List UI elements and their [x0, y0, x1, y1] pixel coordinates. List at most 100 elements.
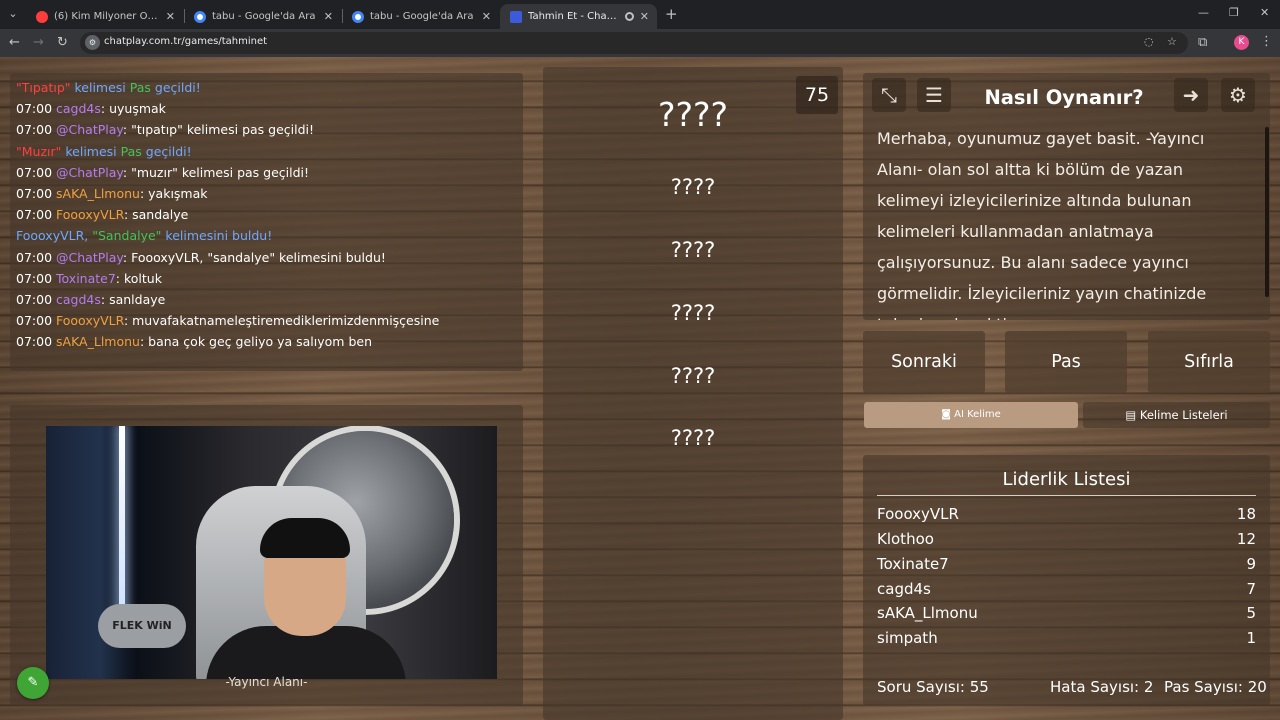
pillow: FLEK WiN: [98, 604, 186, 648]
close-window-icon[interactable]: ✕: [1260, 6, 1269, 19]
exit-icon[interactable]: ➜: [1174, 78, 1208, 112]
hidden-taboo-word: ????: [670, 426, 716, 450]
message-text: : sandalye: [123, 207, 189, 223]
message-time: 07:00: [16, 122, 53, 138]
message-text: : "tıpatıp" kelimesi pas geçildi!: [122, 122, 315, 138]
message-text: : sanldaye: [100, 292, 166, 307]
reset-button[interactable]: Sıfırla: [1148, 331, 1270, 393]
message-username: cagd4s: [56, 292, 101, 307]
system-message-part: geçildi!: [150, 80, 201, 95]
player-score: 1: [1246, 629, 1256, 647]
chat-message: 07:00 sAKA_Llmonu: bana çok geç geliyo y…: [16, 334, 372, 349]
new-tab-button[interactable]: +: [665, 5, 678, 23]
message-text: : muvafakatnameleştiremediklerimizdenmiş…: [123, 313, 440, 329]
message-text: : bana çok geç geliyo ya salıyom ben: [139, 334, 372, 350]
tab-ai-word[interactable]: ◙ AI Kelime: [864, 402, 1078, 428]
address-bar[interactable]: ⚙ chatplay.com.tr/games/tahminet ◌ ☆: [80, 32, 1188, 54]
close-tab-icon[interactable]: ✕: [166, 10, 175, 23]
message-username: Toxinate7: [56, 270, 116, 286]
browser-tab-1[interactable]: (6) Kim Milyoner Olmak İster? | Y ✕: [26, 4, 183, 29]
message-time: 07:00: [16, 164, 53, 180]
tab-title: tabu - Google'da Ara: [212, 11, 316, 22]
tab-ai-word-label: AI Kelime: [954, 409, 1001, 420]
gear-icon[interactable]: ⚙: [1221, 78, 1255, 112]
chat-message: 07:00 FoooxyVLR: muvafakatnameleştiremed…: [16, 313, 439, 328]
message-username: FoooxyVLR: [56, 313, 124, 329]
system-message-part: kelimesi: [70, 80, 130, 95]
scrollbar[interactable]: [1265, 127, 1269, 297]
player-name: cagd4s: [877, 580, 931, 598]
message-time: 07:00: [16, 334, 53, 350]
light-strip: [119, 426, 125, 616]
recording-icon: [624, 12, 634, 21]
tab-search-icon[interactable]: ⌄: [4, 5, 22, 23]
restore-icon[interactable]: ❐: [1229, 6, 1239, 19]
chat-message: FoooxyVLR, "Sandalye" kelimesini buldu!: [16, 228, 272, 243]
tab-word-lists-label: Kelime Listeleri: [1139, 408, 1228, 422]
message-text: : yakışmak: [139, 186, 208, 201]
youtube-icon: [36, 10, 48, 23]
leaderboard-row: cagd4s 7: [877, 580, 1256, 598]
notes-icon[interactable]: ☰: [917, 78, 951, 112]
extensions-icon[interactable]: ⧉: [1198, 35, 1207, 50]
tab-title: tabu - Google'da Ara: [370, 11, 474, 22]
system-message-part: "Muzır": [16, 143, 62, 159]
error-count: Hata Sayısı: 2: [1050, 678, 1154, 696]
chat-message: 07:00 @ChatPlay: "tıpatıp" kelimesi pas …: [16, 122, 314, 137]
close-tab-icon[interactable]: ✕: [482, 10, 491, 23]
player-name: Toxinate7: [877, 555, 949, 573]
url-text[interactable]: chatplay.com.tr/games/tahminet: [104, 36, 267, 47]
message-time: 07:00: [16, 186, 53, 201]
player-score: 18: [1236, 505, 1256, 523]
leaderboard-row: Toxinate7 9: [877, 555, 1256, 573]
message-text: : "muzır" kelimesi pas geçildi!: [122, 164, 310, 180]
browser-menu-icon[interactable]: ⋮: [1260, 34, 1273, 49]
hidden-taboo-word: ????: [670, 175, 716, 199]
message-time: 07:00: [16, 313, 53, 329]
hidden-main-word: ????: [657, 95, 729, 134]
chat-message: "Tıpatıp" kelimesi Pas geçildi!: [16, 80, 201, 95]
minimize-icon[interactable]: —: [1198, 6, 1209, 19]
google-icon: [352, 10, 364, 23]
leaderboard-row: Klothoo 12: [877, 530, 1256, 548]
close-tab-icon[interactable]: ✕: [324, 10, 333, 23]
back-icon[interactable]: ←: [9, 35, 20, 50]
system-message-part: FoooxyVLR,: [16, 228, 93, 244]
chat-message: "Muzır" kelimesi Pas geçildi!: [16, 144, 192, 159]
system-message-part: Pas: [129, 80, 151, 95]
pass-button[interactable]: Pas: [1005, 331, 1127, 393]
player-score: 12: [1236, 530, 1256, 548]
message-username: @ChatPlay: [56, 122, 123, 138]
browser-toolbar: ← → ↻ ⚙ chatplay.com.tr/games/tahminet ◌…: [0, 29, 1280, 57]
player-score: 7: [1246, 580, 1256, 598]
chat-message: 07:00 FoooxyVLR: sandalye: [16, 207, 188, 222]
profile-avatar[interactable]: K: [1234, 35, 1249, 50]
tab-word-lists[interactable]: ▤ Kelime Listeleri: [1083, 402, 1270, 428]
browser-tab-4[interactable]: Tahmin Et - ChatPlay ✕: [500, 4, 657, 29]
bookmark-star-icon[interactable]: ☆: [1167, 35, 1177, 48]
eye-off-icon[interactable]: ◌: [1144, 35, 1154, 48]
next-button[interactable]: Sonraki: [863, 331, 985, 393]
reload-icon[interactable]: ↻: [57, 35, 68, 50]
leaderboard-title: Liderlik Listesi: [1002, 469, 1131, 490]
chatplay-icon: [510, 10, 522, 23]
message-username: sAKA_Llmonu: [56, 334, 140, 350]
browser-tab-strip: ⌄ (6) Kim Milyoner Olmak İster? | Y ✕ ta…: [0, 0, 1280, 29]
player-name: sAKA_Llmonu: [877, 604, 978, 622]
pin-icon[interactable]: ✎: [17, 667, 49, 699]
message-time: 07:00: [16, 249, 53, 265]
shrink-icon[interactable]: ⤡: [872, 78, 906, 112]
leaderboard-row: simpath 1: [877, 629, 1256, 647]
message-username: @ChatPlay: [56, 249, 123, 265]
message-text: : koltuk: [115, 270, 162, 286]
browser-tab-2[interactable]: tabu - Google'da Ara ✕: [184, 4, 341, 29]
list-icon: ▤: [1125, 408, 1140, 422]
leaderboard-row: sAKA_Llmonu 5: [877, 604, 1256, 622]
close-tab-icon[interactable]: ✕: [640, 10, 649, 23]
message-username: FoooxyVLR: [56, 207, 124, 223]
pass-count: Pas Sayısı: 20: [1164, 678, 1267, 696]
forward-icon[interactable]: →: [33, 35, 44, 50]
browser-tab-3[interactable]: tabu - Google'da Ara ✕: [342, 4, 499, 29]
player-name: Klothoo: [877, 530, 934, 548]
site-info-icon[interactable]: ⚙: [85, 35, 100, 50]
